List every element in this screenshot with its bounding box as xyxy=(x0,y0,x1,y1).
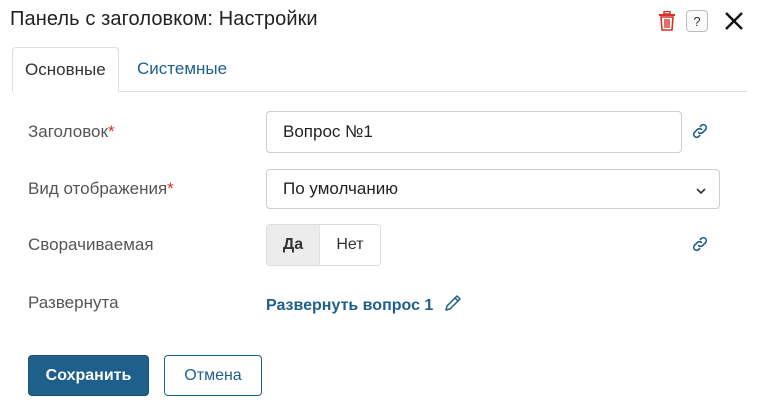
tab-main[interactable]: Основные xyxy=(12,47,119,92)
required-mark: * xyxy=(167,179,174,198)
expanded-label: Развернута xyxy=(28,293,119,312)
collapsible-toggle: Да Нет xyxy=(266,224,381,266)
save-button[interactable]: Сохранить xyxy=(28,355,149,396)
display-select-value: По умолчанию xyxy=(283,179,398,198)
dialog-title: Панель с заголовком: Настройки xyxy=(10,8,318,30)
pencil-icon[interactable] xyxy=(443,293,463,318)
expanded-row: Развернута Развернуть вопрос 1 xyxy=(0,290,759,316)
title-label: Заголовок* xyxy=(28,122,115,142)
title-row: Заголовок* xyxy=(0,111,759,154)
expand-question-link[interactable]: Развернуть вопрос 1 xyxy=(266,293,463,318)
display-select[interactable]: По умолчанию xyxy=(266,169,720,209)
chevron-down-icon xyxy=(695,182,707,202)
toggle-yes-button[interactable]: Да xyxy=(267,225,319,265)
tab-system[interactable]: Системные xyxy=(125,47,239,91)
close-icon[interactable] xyxy=(724,11,744,31)
title-label-text: Заголовок xyxy=(28,122,108,141)
header-actions: ? xyxy=(658,10,744,32)
required-mark: * xyxy=(107,122,115,141)
link-icon[interactable] xyxy=(690,121,710,146)
collapsible-row: Сворачиваемая Да Нет xyxy=(0,224,759,267)
collapsible-label: Сворачиваемая xyxy=(28,235,154,254)
help-icon[interactable]: ? xyxy=(686,10,708,32)
title-input[interactable] xyxy=(266,111,682,153)
display-row: Вид отображения* По умолчанию xyxy=(0,169,759,209)
tab-bar: Основные Системные xyxy=(12,47,747,92)
expand-question-link-text: Развернуть вопрос 1 xyxy=(266,296,434,314)
trash-icon[interactable] xyxy=(658,11,676,31)
display-label-text: Вид отображения xyxy=(28,179,168,198)
display-label: Вид отображения* xyxy=(28,179,174,199)
link-icon[interactable] xyxy=(690,234,710,259)
settings-dialog: Панель с заголовком: Настройки ? Основны… xyxy=(0,0,759,411)
toggle-no-button[interactable]: Нет xyxy=(319,225,380,265)
cancel-button[interactable]: Отмена xyxy=(164,355,262,396)
